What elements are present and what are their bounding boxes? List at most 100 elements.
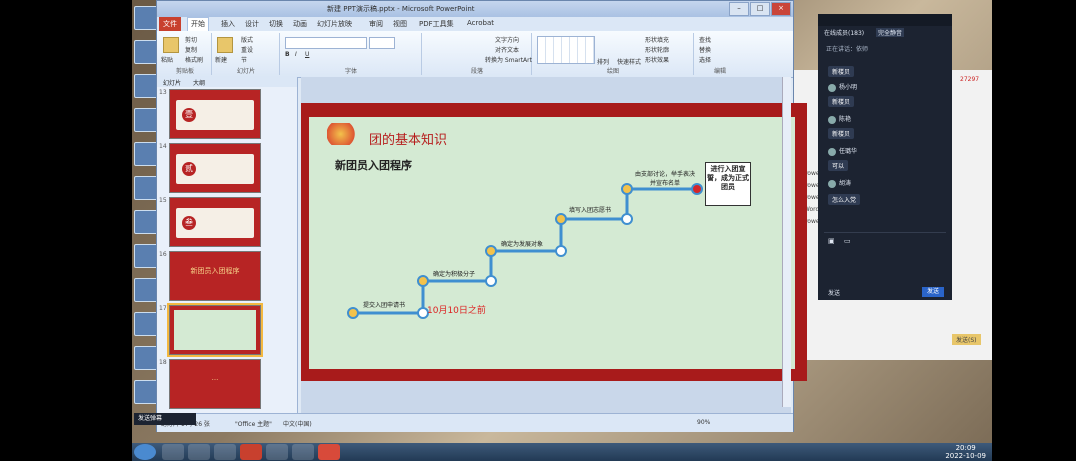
desktop-icon[interactable]	[134, 108, 158, 132]
desktop-icon[interactable]	[134, 380, 158, 404]
step-label: 确定为积极分子	[433, 271, 476, 278]
tab-pdf[interactable]: PDF工具集	[419, 19, 454, 29]
taskbar-app[interactable]	[318, 444, 340, 460]
align-text-button[interactable]: 对齐文本	[495, 45, 519, 54]
speaking-status: 正在讲话：依师	[826, 46, 869, 53]
group-label: 幻灯片	[236, 68, 255, 75]
tab-slides[interactable]: 幻灯片	[163, 78, 181, 87]
section-button[interactable]: 节	[241, 55, 247, 64]
desktop-icon[interactable]	[134, 40, 158, 64]
tab-insert[interactable]: 插入	[221, 19, 235, 29]
slide-thumbnail-pane: 幻灯片 大纲 13 壹 14 贰 15 叁 16 新团员入团程序 17 18 .…	[157, 77, 298, 413]
tab-slideshow[interactable]: 幻灯片放映	[317, 19, 352, 29]
minimize-icon[interactable]: –	[729, 2, 749, 16]
taskbar-app[interactable]	[162, 444, 184, 460]
tab-animations[interactable]: 动画	[293, 19, 307, 29]
step-label: 由支部讨论，举手表决并宣布名单	[635, 171, 696, 187]
date-annotation: 10月10日之前	[427, 306, 486, 316]
maximize-icon[interactable]: □	[750, 2, 770, 16]
taskbar-app[interactable]	[240, 444, 262, 460]
tab-review[interactable]: 审阅	[369, 19, 383, 29]
tab-transitions[interactable]: 切换	[269, 19, 283, 29]
bold-icon[interactable]: B	[285, 51, 290, 58]
avatar	[828, 83, 836, 92]
theme-name: "Office 主题"	[235, 421, 272, 428]
slide-thumbnail[interactable]: 13 壹	[157, 89, 287, 139]
editing-group: 查找 替换 选择 编辑	[695, 33, 745, 75]
cut-button[interactable]: 剪切	[185, 35, 197, 44]
tab-file[interactable]: 文件	[159, 17, 181, 31]
taskbar-app[interactable]	[292, 444, 314, 460]
close-icon[interactable]: ×	[771, 2, 791, 16]
system-clock[interactable]: 20:09 2022-10-09	[945, 444, 986, 460]
taskbar-app[interactable]	[214, 444, 236, 460]
taskbar-app[interactable]	[188, 444, 210, 460]
slide-canvas[interactable]: 团的基本知识 新团员入团程序 提交入团申请书 确定为积极分子 确定为发展对象 填…	[301, 103, 807, 381]
new-slide-icon[interactable]	[217, 37, 233, 53]
desktop-icon[interactable]	[134, 74, 158, 98]
shape-fill-button[interactable]: 形状填充	[645, 35, 669, 44]
new-slide-button[interactable]: 新建	[215, 55, 227, 64]
slide-thumbnail-selected[interactable]: 17	[157, 303, 287, 357]
arrange-button[interactable]: 排列	[597, 57, 609, 66]
reset-button[interactable]: 重设	[241, 45, 253, 54]
italic-icon[interactable]: I	[295, 51, 297, 58]
step-label: 确定为发展对象	[501, 241, 544, 248]
paste-icon[interactable]	[163, 37, 179, 53]
danmaku-button[interactable]: 发送弹幕	[134, 413, 196, 425]
desktop-icon[interactable]	[134, 210, 158, 234]
ribbon: 粘贴 剪切 复制 格式刷 剪贴板 新建 版式 重设 节 幻灯片 B I U 字体	[157, 31, 793, 78]
smartart-button[interactable]: 转换为 SmartArt	[485, 55, 532, 64]
slide-thumbnail[interactable]: 18 ...	[157, 359, 287, 409]
desktop-icon[interactable]	[134, 312, 158, 336]
avatar	[828, 147, 836, 156]
footer-send-label[interactable]: 发送	[828, 288, 840, 297]
start-icon[interactable]	[134, 444, 156, 460]
layout-button[interactable]: 版式	[241, 35, 253, 44]
send-button[interactable]: 发送	[922, 287, 944, 297]
tab-acrobat[interactable]: Acrobat	[467, 19, 494, 27]
copy-button[interactable]: 复制	[185, 45, 197, 54]
find-button[interactable]: 查找	[699, 35, 711, 44]
group-label: 绘图	[606, 68, 619, 75]
desktop-icon[interactable]	[134, 176, 158, 200]
select-button[interactable]: 选择	[699, 55, 711, 64]
tab-outline[interactable]: 大纲	[193, 78, 205, 87]
replace-button[interactable]: 替换	[699, 45, 711, 54]
chat-input[interactable]: ▣ ▭	[824, 232, 946, 283]
quick-styles-button[interactable]: 快速样式	[617, 57, 641, 66]
slide-thumbnail[interactable]: 14 贰	[157, 143, 287, 193]
shape-outline-button[interactable]: 形状轮廓	[645, 45, 669, 54]
tab-view[interactable]: 视图	[393, 19, 407, 29]
language: 中文(中国)	[283, 421, 312, 428]
slide-editor: 团的基本知识 新团员入团程序 提交入团申请书 确定为积极分子 确定为发展对象 填…	[301, 77, 807, 413]
font-name-input[interactable]	[285, 37, 367, 49]
chat-message: 可以	[828, 160, 849, 171]
tab-home[interactable]: 开始	[187, 17, 209, 31]
desktop-icon[interactable]	[134, 278, 158, 302]
slide-thumbnail[interactable]: 15 叁	[157, 197, 287, 247]
avatar	[828, 179, 836, 188]
desktop-icon[interactable]	[134, 244, 158, 268]
vertical-scrollbar[interactable]	[782, 77, 791, 407]
group-label: 段落	[470, 68, 483, 75]
font-size-input[interactable]	[369, 37, 395, 49]
image-icon[interactable]: ▣	[828, 237, 835, 245]
folder-icon[interactable]: ▭	[844, 237, 851, 245]
text-direction-button[interactable]: 文字方向	[495, 35, 519, 44]
desktop-icon[interactable]	[134, 6, 158, 30]
send-button[interactable]: 发送(S)	[952, 334, 981, 345]
desktop-icon[interactable]	[134, 142, 158, 166]
desktop-icon[interactable]	[134, 346, 158, 370]
tab-mute-all[interactable]: 完全静音	[876, 28, 905, 37]
slide-thumbnail[interactable]: 16 新团员入团程序	[157, 251, 287, 301]
format-painter-button[interactable]: 格式刷	[185, 55, 203, 64]
zoom-level[interactable]: 90%	[697, 419, 710, 426]
underline-icon[interactable]: U	[305, 51, 309, 58]
tab-online-members[interactable]: 在线成员(183)	[824, 28, 864, 37]
taskbar-app[interactable]	[266, 444, 288, 460]
shape-effects-button[interactable]: 形状效果	[645, 55, 669, 64]
tab-design[interactable]: 设计	[245, 19, 259, 29]
shapes-gallery[interactable]	[537, 36, 595, 64]
paste-button[interactable]: 粘贴	[161, 55, 173, 64]
